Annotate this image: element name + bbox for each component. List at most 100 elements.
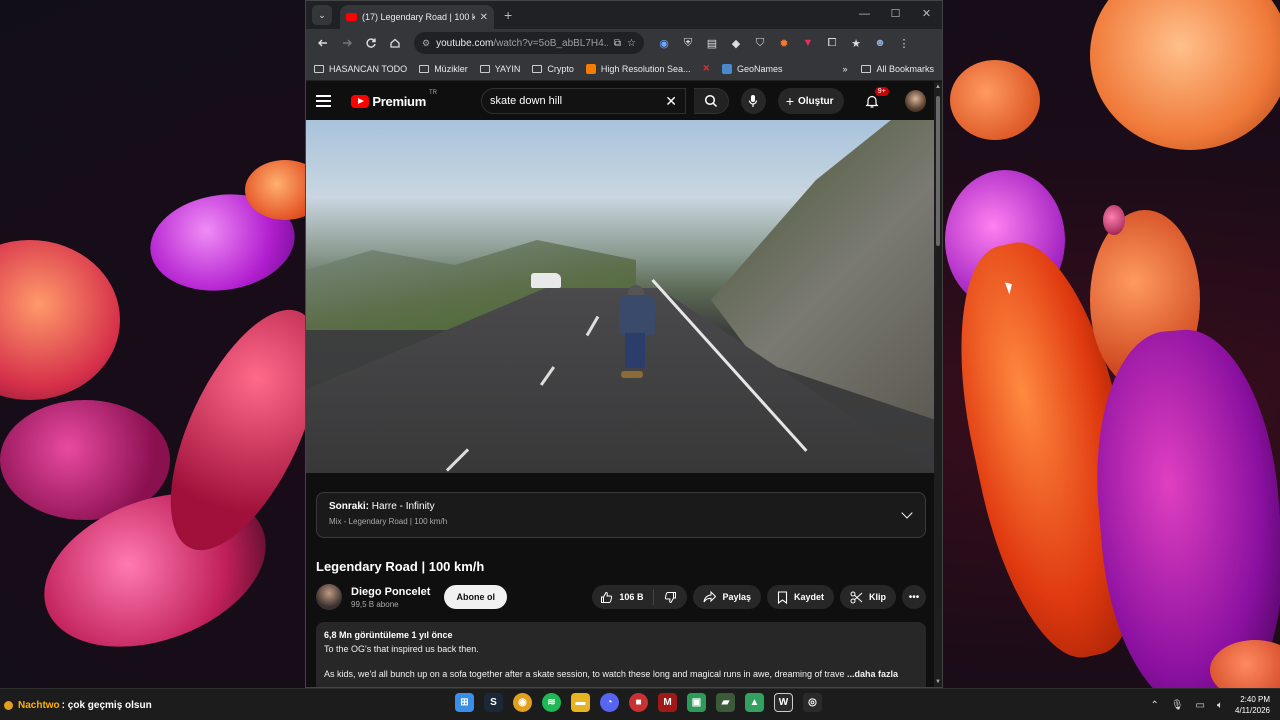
notifications-button[interactable]: 9+ xyxy=(862,87,889,112)
like-button[interactable]: 106 B xyxy=(592,589,655,605)
bookmark-item[interactable]: Müzikler xyxy=(419,64,468,74)
forward-button[interactable] xyxy=(336,32,358,54)
account-avatar[interactable] xyxy=(904,90,926,112)
channel-name[interactable]: Diego Poncelet xyxy=(351,586,430,598)
app-w-icon[interactable]: W xyxy=(774,693,793,712)
bookmark-star-icon[interactable]: ☆ xyxy=(627,38,636,49)
chevron-up-icon[interactable]: ⌃ xyxy=(1150,700,1158,711)
back-button[interactable] xyxy=(312,32,334,54)
bookmark-label: Crypto xyxy=(547,63,574,74)
channel-avatar[interactable] xyxy=(316,584,342,610)
address-bar[interactable]: ⚙ youtube.com/watch?v=5oB_abBL7H4... ⧉ ☆ xyxy=(414,32,644,54)
start-windows-icon[interactable]: ⊞ xyxy=(455,693,474,712)
subscribe-button[interactable]: Abone ol xyxy=(444,585,507,609)
taskbar: Nachtwo : çok geçmiş olsun ⊞ S ◉ ≋ ▬ ◔ ■… xyxy=(0,688,1280,720)
close-window-button[interactable]: ✕ xyxy=(911,1,942,29)
bookmark-item[interactable]: GeoNames xyxy=(722,63,783,74)
extension-fox-icon[interactable]: ✹ xyxy=(774,33,794,53)
app-ball-icon[interactable]: ◎ xyxy=(803,693,822,712)
bookmark-item[interactable]: High Resolution Sea... xyxy=(585,63,690,74)
app-green-icon[interactable]: ▣ xyxy=(687,693,706,712)
menu-hamburger-icon[interactable] xyxy=(316,95,332,107)
voice-search-button[interactable] xyxy=(740,88,766,114)
chevron-down-icon: ⌄ xyxy=(318,9,326,20)
more-actions-button[interactable]: ••• xyxy=(902,585,926,609)
browser-tab-active[interactable]: (17) Legendary Road | 100 km/h ✕ xyxy=(340,5,494,29)
discord-icon[interactable]: ◔ xyxy=(600,693,619,712)
scroll-up-icon[interactable]: ▲ xyxy=(935,84,941,90)
bookmark-item[interactable]: Crypto xyxy=(532,64,574,74)
extension-circle-icon[interactable]: ◉ xyxy=(654,33,674,53)
new-tab-button[interactable]: + xyxy=(504,7,512,23)
search-input[interactable]: skate down hill ✕ xyxy=(480,88,686,114)
clip-button[interactable]: Klip xyxy=(840,585,896,609)
reload-button[interactable] xyxy=(360,32,382,54)
scissors-icon xyxy=(850,591,863,603)
url-path: /watch?v=5oB_abBL7H4... xyxy=(493,37,608,49)
recorder-icon[interactable]: ■ xyxy=(629,693,648,712)
up-next-title: Sonraki: Harre - Infinity xyxy=(329,501,913,512)
clear-search-icon[interactable]: ✕ xyxy=(665,93,677,110)
chat-message: : çok geçmiş olsun xyxy=(61,699,152,711)
save-button[interactable]: Kaydet xyxy=(766,585,834,609)
system-tray: ⌃ 🎙︎ ▭ 🔈︎ 2:40 PM 4/11/2026 xyxy=(1150,689,1270,720)
scroll-down-icon[interactable]: ▼ xyxy=(935,679,941,685)
video-player[interactable] xyxy=(306,120,936,473)
extension-shield-alt-icon[interactable]: ⛉ xyxy=(750,33,770,53)
extension-diamond-icon[interactable]: ◆ xyxy=(726,33,746,53)
bookmarks-star-icon[interactable]: ★ xyxy=(846,33,866,53)
notification-badge: 9+ xyxy=(874,87,889,96)
site-info-icon[interactable]: ⚙ xyxy=(422,38,430,49)
chat-overlay: Nachtwo : çok geçmiş olsun xyxy=(0,689,340,720)
globe-icon xyxy=(722,63,733,74)
extension-box-icon[interactable]: ▤ xyxy=(702,33,722,53)
app-image-icon[interactable]: ▲ xyxy=(745,693,764,712)
file-explorer-icon[interactable]: ▬ xyxy=(571,693,590,712)
search-query-text: skate down hill xyxy=(489,95,563,107)
up-next-panel[interactable]: Sonraki: Harre - Infinity Mix - Legendar… xyxy=(316,492,926,538)
chrome-icon[interactable]: ◉ xyxy=(513,693,532,712)
clip-label: Klip xyxy=(869,592,886,602)
app-m-icon[interactable]: M xyxy=(658,693,677,712)
browser-toolbar: ⚙ youtube.com/watch?v=5oB_abBL7H4... ⧉ ☆… xyxy=(306,29,942,57)
bookmark-item[interactable]: YAYIN xyxy=(479,64,520,74)
bookmarks-overflow-button[interactable]: » xyxy=(842,64,847,74)
microphone-tray-icon[interactable]: 🎙︎ xyxy=(1171,700,1184,711)
bookmark-item[interactable]: HASANCAN TODO xyxy=(314,64,407,74)
steam-icon[interactable]: S xyxy=(484,693,503,712)
x-icon: ✕ xyxy=(702,63,711,73)
all-bookmarks-button[interactable]: All Bookmarks xyxy=(861,64,934,74)
minimize-button[interactable]: — xyxy=(849,1,880,29)
extension-shield-icon[interactable]: ⛨ xyxy=(678,33,698,53)
app-car-icon[interactable]: ▰ xyxy=(716,693,735,712)
video-frame-skater xyxy=(611,285,661,380)
network-icon[interactable]: ▭ xyxy=(1196,700,1205,711)
page-scrollbar[interactable]: ▲ ▼ xyxy=(934,82,942,687)
spotify-icon[interactable]: ≋ xyxy=(542,693,561,712)
scroll-thumb[interactable] xyxy=(936,96,940,246)
bookmark-item[interactable]: ✕ xyxy=(702,63,710,74)
folder-icon xyxy=(532,64,543,73)
extension-v-icon[interactable]: ▼ xyxy=(798,33,818,53)
description-box[interactable]: 6,8 Mn görüntüleme 1 yıl önce To the OG'… xyxy=(316,622,926,687)
search-button[interactable] xyxy=(694,88,729,114)
clock[interactable]: 2:40 PM 4/11/2026 xyxy=(1235,694,1270,716)
home-button[interactable] xyxy=(384,32,406,54)
close-tab-icon[interactable]: ✕ xyxy=(480,12,488,23)
share-button[interactable]: Paylaş xyxy=(693,585,761,609)
bookmark-label: GeoNames xyxy=(737,63,783,74)
dislike-button[interactable] xyxy=(654,591,687,604)
menu-kebab-icon[interactable]: ⋮ xyxy=(894,33,914,53)
profile-icon[interactable]: ☻ xyxy=(870,33,890,53)
create-button[interactable]: + Oluştur xyxy=(777,88,844,114)
youtube-favicon-icon xyxy=(346,13,357,21)
show-more-link[interactable]: ...daha fazla xyxy=(847,669,898,679)
youtube-logo[interactable]: Premium TR xyxy=(351,90,437,109)
tab-search-button[interactable]: ⌄ xyxy=(312,5,332,25)
volume-icon[interactable]: 🔈︎ xyxy=(1217,700,1223,711)
all-bookmarks-label: All Bookmarks xyxy=(876,63,934,74)
maximize-button[interactable]: ☐ xyxy=(880,1,911,29)
save-label: Kaydet xyxy=(793,592,824,602)
cast-icon[interactable]: ⧉ xyxy=(614,38,621,49)
extensions-puzzle-icon[interactable]: ⧠ xyxy=(822,33,842,53)
